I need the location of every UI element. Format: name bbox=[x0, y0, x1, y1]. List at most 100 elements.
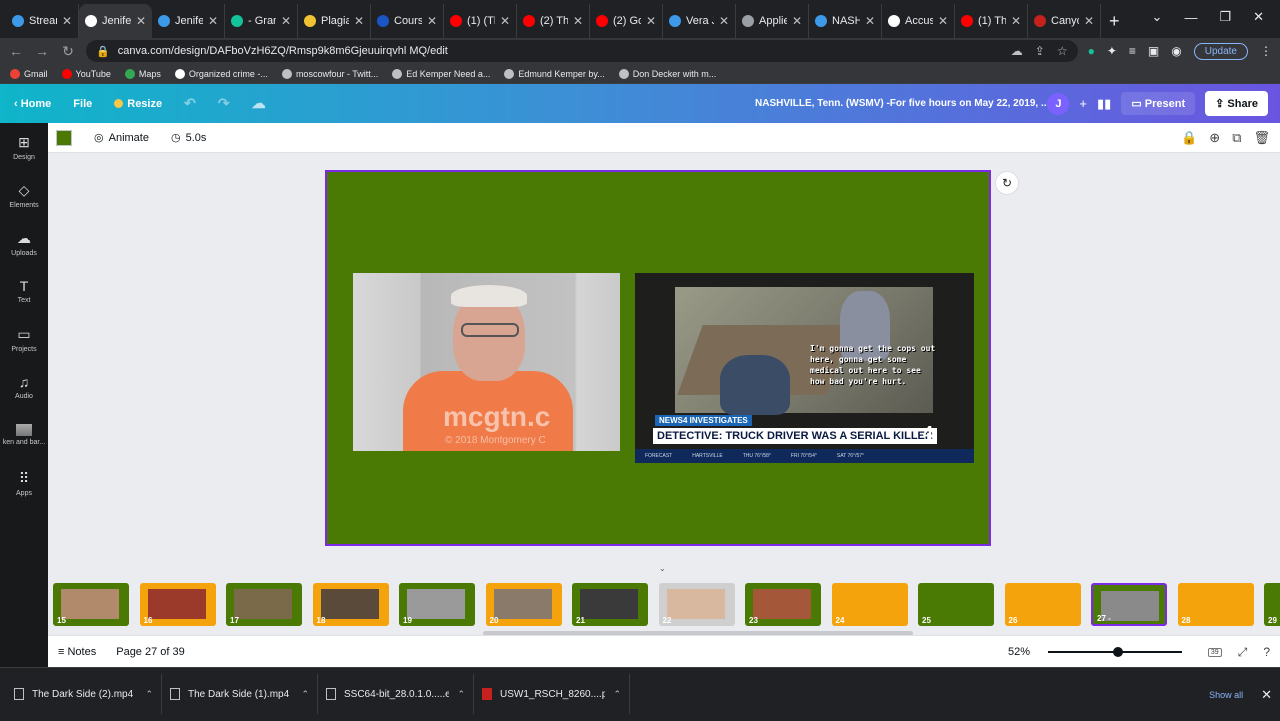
news-screenshot-image[interactable]: I'm gonna get the cops out here, gonna g… bbox=[635, 273, 974, 463]
close-tab-icon[interactable]: ✕ bbox=[719, 14, 729, 28]
puzzle-extensions-icon[interactable]: ✦ bbox=[1107, 44, 1117, 58]
grid-view-icon[interactable]: 39 bbox=[1207, 647, 1222, 657]
insights-chart-icon[interactable]: ▮▮ bbox=[1097, 96, 1111, 112]
cloud-off-icon[interactable]: ☁ bbox=[1011, 44, 1023, 58]
share-button[interactable]: ⇪ Share bbox=[1205, 91, 1268, 116]
cloud-sync-icon[interactable]: ☁ bbox=[252, 95, 266, 112]
profile-icon[interactable]: ◉ bbox=[1171, 44, 1181, 58]
chevron-up-icon[interactable]: ⌃ bbox=[301, 689, 309, 700]
browser-tab[interactable]: Course I ✕ bbox=[371, 4, 444, 38]
maximize-icon[interactable]: ❐ bbox=[1219, 9, 1231, 25]
back-icon[interactable]: ← bbox=[8, 43, 24, 59]
page-thumbnail[interactable]: 15 bbox=[53, 583, 129, 626]
page-thumbnail[interactable]: 28 bbox=[1177, 583, 1254, 626]
close-tab-icon[interactable]: ✕ bbox=[573, 14, 583, 28]
minimize-icon[interactable]: — bbox=[1184, 10, 1197, 25]
zoom-percentage[interactable]: 52% bbox=[1008, 636, 1030, 668]
side-panel-icon[interactable]: ▣ bbox=[1148, 44, 1159, 58]
sidebar-item-apps[interactable]: ⠿ Apps bbox=[0, 459, 48, 507]
page-thumbnail[interactable]: 19 bbox=[399, 583, 475, 626]
close-tab-icon[interactable]: ✕ bbox=[62, 14, 72, 28]
bookmark-item[interactable]: Don Decker with m... bbox=[618, 68, 716, 79]
download-item[interactable]: The Dark Side (2).mp4 ⌃ bbox=[6, 674, 162, 714]
animate-button[interactable]: ◎ Animate bbox=[94, 131, 149, 145]
browser-tab[interactable]: Jenifer B ✕ bbox=[79, 4, 152, 38]
share-page-icon[interactable]: ⇪ bbox=[1035, 44, 1045, 58]
document-title[interactable]: NASHVILLE, Tenn. (WSMV) -For five hours … bbox=[755, 84, 1049, 123]
close-downloads-icon[interactable]: ✕ bbox=[1261, 687, 1272, 703]
browser-tab[interactable]: Plagiaris ✕ bbox=[298, 4, 371, 38]
browser-tab[interactable]: Canyon ✕ bbox=[1028, 4, 1101, 38]
sidebar-item-uploads[interactable]: ☁ Uploads bbox=[0, 219, 48, 267]
address-bar[interactable]: 🔒 canva.com/design/DAFboVzH6ZQ/Rmsp9k8m6… bbox=[86, 40, 1078, 62]
browser-tab[interactable]: (1) (The ✕ bbox=[444, 4, 517, 38]
browser-tab[interactable]: - Gramm ✕ bbox=[225, 4, 298, 38]
notes-button[interactable]: ≡ Notes bbox=[58, 646, 96, 658]
browser-tab[interactable]: (2) Goo ✕ bbox=[590, 4, 663, 38]
bookmark-item[interactable]: Edmund Kemper by... bbox=[504, 68, 605, 79]
sidebar-item-text[interactable]: T Text bbox=[0, 267, 48, 315]
close-tab-icon[interactable]: ✕ bbox=[938, 14, 948, 28]
close-tab-icon[interactable]: ✕ bbox=[500, 14, 510, 28]
page-thumbnail[interactable]: 20 bbox=[485, 583, 562, 626]
close-tab-icon[interactable]: ✕ bbox=[281, 14, 291, 28]
present-button[interactable]: ▭ Present bbox=[1121, 92, 1196, 115]
bookmark-item[interactable]: Ed Kemper Need a... bbox=[392, 68, 490, 79]
update-button[interactable]: Update bbox=[1193, 42, 1248, 60]
undo-icon[interactable]: ↶ bbox=[184, 95, 196, 112]
browser-tab[interactable]: StreamY ✕ bbox=[6, 4, 79, 38]
mugshot-image[interactable]: mcgtn.c © 2018 Montgomery C bbox=[353, 273, 620, 451]
page-thumbnail[interactable]: 25 bbox=[918, 583, 994, 626]
close-tab-icon[interactable]: ✕ bbox=[1084, 14, 1094, 28]
download-item[interactable]: The Dark Side (1).mp4 ⌃ bbox=[162, 674, 318, 714]
bookmark-item[interactable]: Maps bbox=[124, 68, 161, 79]
chevron-up-icon[interactable]: ⌃ bbox=[145, 689, 153, 700]
sidebar-item-audio[interactable]: ♫ Audio bbox=[0, 363, 48, 411]
page-thumbnail[interactable]: 23 bbox=[745, 583, 821, 626]
page-thumbnail[interactable]: 26 bbox=[1004, 583, 1081, 626]
close-tab-icon[interactable]: ✕ bbox=[136, 14, 146, 28]
bookmark-item[interactable]: Organized crime -... bbox=[174, 68, 268, 79]
home-button[interactable]: ‹ Home bbox=[14, 98, 51, 110]
browser-tab[interactable]: NASHVI ✕ bbox=[809, 4, 882, 38]
browser-tab[interactable]: Applied ✕ bbox=[736, 4, 809, 38]
bookmark-item[interactable]: Gmail bbox=[10, 68, 48, 79]
fullscreen-icon[interactable]: ⤢ bbox=[1238, 645, 1248, 660]
add-collaborator-icon[interactable]: + bbox=[1079, 96, 1087, 111]
sidebar-item-design[interactable]: ⊞ Design bbox=[0, 123, 48, 171]
redo-icon[interactable]: ↷ bbox=[218, 95, 230, 112]
browser-tab[interactable]: (1) The ✕ bbox=[955, 4, 1028, 38]
chevron-up-icon[interactable]: ⌃ bbox=[613, 689, 621, 700]
new-tab-button[interactable]: + bbox=[1101, 4, 1128, 38]
bookmark-item[interactable]: moscowfour - Twitt... bbox=[281, 68, 378, 79]
reading-list-icon[interactable]: ≡ bbox=[1129, 44, 1136, 58]
lock-page-icon[interactable]: 🔒 bbox=[1181, 130, 1197, 146]
close-tab-icon[interactable]: ✕ bbox=[646, 14, 656, 28]
close-tab-icon[interactable]: ✕ bbox=[792, 14, 802, 28]
chevron-up-icon[interactable]: ⌃ bbox=[457, 689, 465, 700]
browser-tab[interactable]: Jenifer B ✕ bbox=[152, 4, 225, 38]
slide-page-27[interactable]: mcgtn.c © 2018 Montgomery C I'm gonna ge… bbox=[325, 170, 991, 546]
browser-tab[interactable]: Accused ✕ bbox=[882, 4, 955, 38]
delete-page-icon[interactable]: 🗑 bbox=[1253, 130, 1270, 146]
page-thumbnail[interactable]: 22 bbox=[658, 583, 735, 626]
page-thumbnail[interactable]: 29 bbox=[1264, 583, 1280, 626]
avatar[interactable]: J bbox=[1047, 92, 1070, 115]
collapse-chevron-icon[interactable]: ⌄ bbox=[659, 564, 666, 573]
page-thumbnail[interactable]: 24 bbox=[831, 583, 908, 626]
sidebar-item-elements[interactable]: ◇ Elements bbox=[0, 171, 48, 219]
browser-tab[interactable]: Vera Jo ✕ bbox=[663, 4, 736, 38]
menu-kebab-icon[interactable]: ⋮ bbox=[1260, 44, 1272, 58]
download-item[interactable]: USW1_RSCH_8260....pdf ⌃ bbox=[474, 674, 630, 714]
duplicate-page-icon[interactable]: ⧉ bbox=[1232, 130, 1241, 146]
close-tab-icon[interactable]: ✕ bbox=[354, 14, 364, 28]
sidebar-item-ken-and-bar[interactable]: ken and bar... bbox=[0, 411, 48, 459]
page-thumbnail[interactable]: 17 bbox=[226, 583, 302, 626]
close-window-icon[interactable]: ✕ bbox=[1253, 9, 1264, 25]
close-tab-icon[interactable]: ✕ bbox=[208, 14, 218, 28]
close-tab-icon[interactable]: ✕ bbox=[865, 14, 875, 28]
help-icon[interactable]: ? bbox=[1263, 645, 1270, 659]
sidebar-item-projects[interactable]: ▭ Projects bbox=[0, 315, 48, 363]
file-menu[interactable]: File bbox=[73, 98, 92, 110]
reload-icon[interactable]: ↻ bbox=[60, 43, 76, 60]
